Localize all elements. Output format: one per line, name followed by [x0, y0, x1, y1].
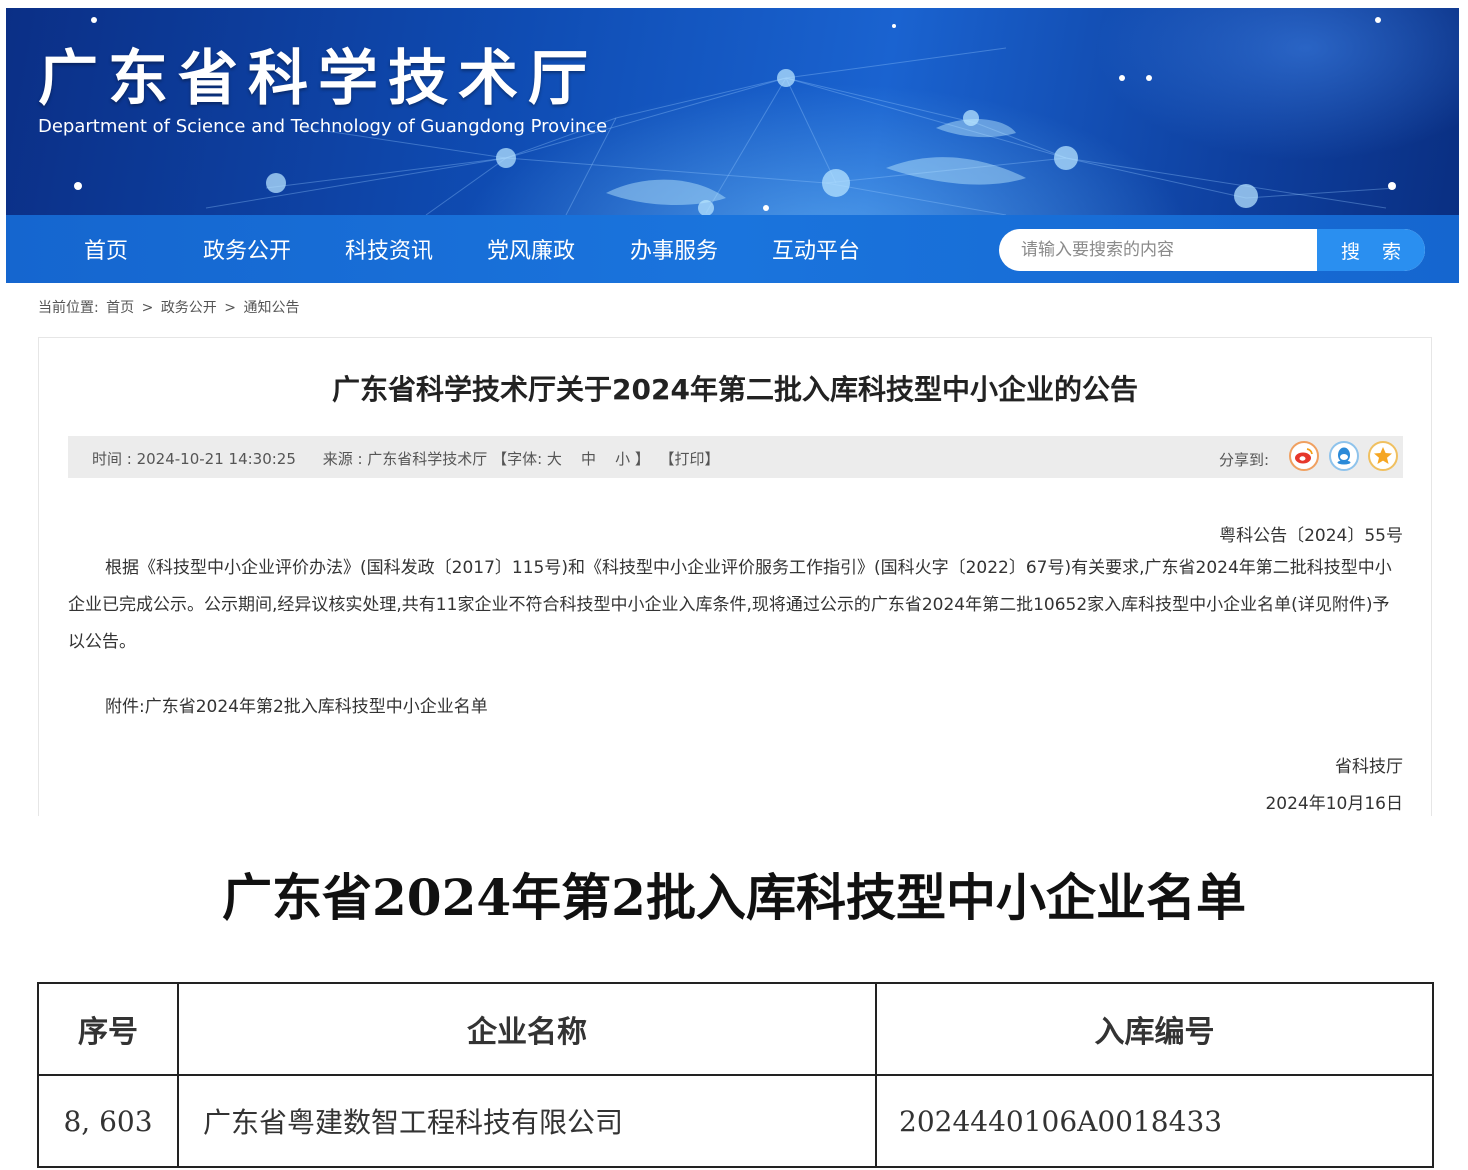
nav-item-services[interactable]: 办事服务 — [630, 233, 718, 265]
document-number: 粤科公告〔2024〕55号 — [1219, 526, 1403, 546]
search-box: 搜 索 — [999, 229, 1425, 271]
nav-item-interaction[interactable]: 互动平台 — [772, 233, 860, 265]
nav-item-party-integrity[interactable]: 党风廉政 — [487, 233, 575, 265]
breadcrumb-separator: > — [141, 300, 154, 316]
cell-registration-code: 2024440106A0018433 — [875, 1074, 1434, 1168]
table-header-row: 序号 企业名称 入库编号 — [37, 982, 1434, 1076]
breadcrumb-home[interactable]: 首页 — [106, 300, 134, 316]
site-title: 广东省科学技术厅 — [38, 44, 598, 114]
qzone-icon[interactable] — [1368, 441, 1398, 471]
article-meta-bar: 时间 : 2024-10-21 14:30:25 来源 : 广东省科学技术厅 【… — [68, 436, 1403, 478]
breadcrumb-notices[interactable]: 通知公告 — [243, 300, 299, 316]
breadcrumb-prefix: 当前位置: — [38, 300, 99, 316]
font-size-close: 】 — [634, 450, 650, 468]
weibo-icon[interactable] — [1289, 441, 1319, 471]
search-button[interactable]: 搜 索 — [1317, 229, 1425, 271]
main-navigation: 首页 政务公开 科技资讯 党风廉政 办事服务 互动平台 搜 索 — [6, 215, 1459, 283]
signature-date: 2024年10月16日 — [1265, 794, 1403, 814]
site-banner: 广东省科学技术厅 Department of Science and Techn… — [6, 8, 1459, 215]
font-size-large[interactable]: 大 — [547, 450, 562, 468]
company-table: 序号 企业名称 入库编号 8, 603 广东省粤建数智工程科技有限公司 2024… — [37, 982, 1434, 1168]
qq-icon[interactable] — [1329, 441, 1359, 471]
print-link[interactable]: 【打印】 — [659, 450, 719, 468]
search-input[interactable] — [999, 229, 1317, 271]
breadcrumb: 当前位置: 首页 > 政务公开 > 通知公告 — [38, 297, 302, 317]
attachment-link[interactable]: 附件:广东省2024年第2批入库科技型中小企业名单 — [105, 692, 488, 717]
font-size-medium[interactable]: 中 — [581, 450, 596, 468]
nav-item-government-affairs[interactable]: 政务公开 — [203, 233, 291, 265]
nav-item-home[interactable]: 首页 — [84, 233, 128, 265]
article-title: 广东省科学技术厅关于2024年第二批入库科技型中小企业的公告 — [332, 373, 1138, 406]
cell-seq: 8, 603 — [37, 1074, 179, 1168]
table-row: 8, 603 广东省粤建数智工程科技有限公司 2024440106A001843… — [37, 1074, 1434, 1168]
column-header-seq: 序号 — [37, 982, 179, 1076]
company-list-title: 广东省2024年第2批入库科技型中小企业名单 — [222, 868, 1246, 927]
share-label: 分享到: — [1219, 451, 1270, 469]
signer: 省科技厅 — [1335, 757, 1403, 777]
nav-item-tech-news[interactable]: 科技资讯 — [345, 233, 433, 265]
publish-time: 时间 : 2024-10-21 14:30:25 — [92, 450, 296, 468]
font-size-label: 【字体: — [492, 450, 543, 468]
column-header-name: 企业名称 — [177, 982, 877, 1076]
column-header-code: 入库编号 — [875, 982, 1434, 1076]
article-source: 来源 : 广东省科学技术厅 — [322, 450, 488, 468]
site-subtitle: Department of Science and Technology of … — [38, 116, 608, 137]
article-body: 根据《科技型中小企业评价办法》(国科发政〔2017〕115号)和《科技型中小企业… — [68, 558, 1392, 652]
breadcrumb-government-affairs[interactable]: 政务公开 — [161, 300, 217, 316]
font-size-small[interactable]: 小 — [615, 450, 630, 468]
cell-company-name: 广东省粤建数智工程科技有限公司 — [177, 1074, 877, 1168]
breadcrumb-separator: > — [224, 300, 236, 316]
article-card: 广东省科学技术厅关于2024年第二批入库科技型中小企业的公告 时间 : 2024… — [38, 337, 1432, 816]
